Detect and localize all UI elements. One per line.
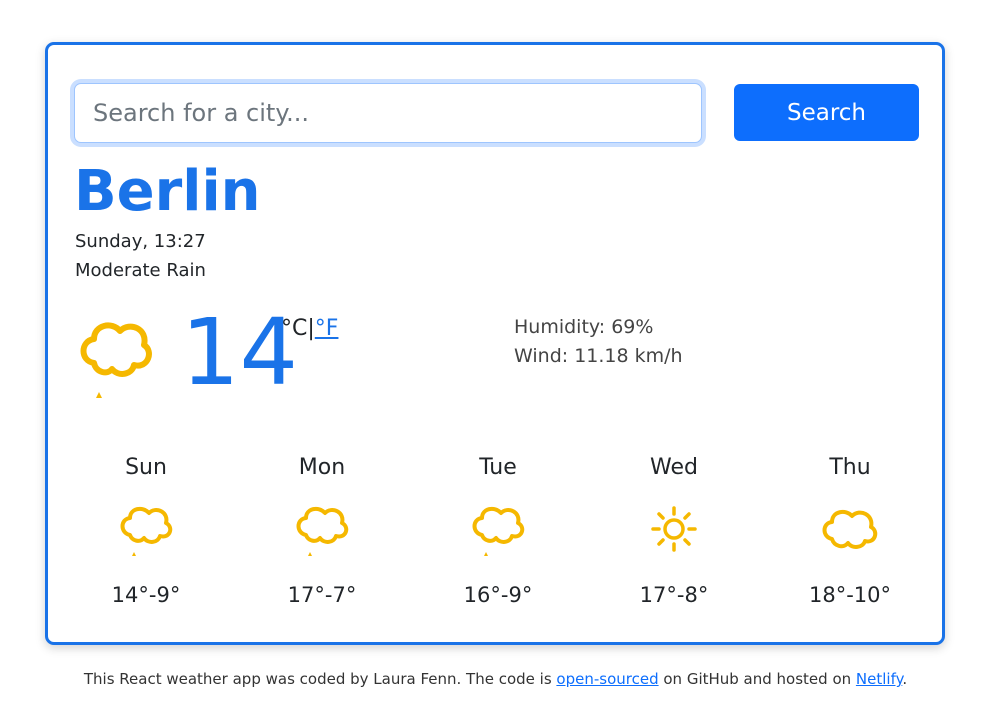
forecast-day-name: Wed — [650, 455, 698, 480]
cloud-rain-icon — [80, 322, 152, 398]
forecast-temps: 17°-8° — [639, 583, 709, 607]
footer-text: on GitHub and hosted on — [658, 670, 856, 688]
forecast-day-name: Sun — [125, 455, 167, 480]
forecast-day: Tue 16°-9° — [410, 453, 586, 607]
forecast: Sun 14°-9° Mon 17°-7° Tue 16°-9° Wed 17°… — [58, 453, 938, 623]
footer: This React weather app was coded by Laur… — [0, 670, 991, 688]
search-form: Search — [74, 83, 920, 143]
search-input[interactable] — [74, 83, 702, 143]
forecast-day: Wed 17°-8° — [586, 453, 762, 607]
forecast-temps: 14°-9° — [111, 583, 181, 607]
forecast-day: Mon 17°-7° — [234, 453, 410, 607]
unit-toggle: °C | °F — [281, 316, 338, 341]
fahrenheit-link[interactable]: °F — [315, 316, 339, 341]
forecast-temps: 17°-7° — [287, 583, 357, 607]
search-button[interactable]: Search — [734, 84, 919, 141]
forecast-day: Thu 18°-10° — [762, 453, 938, 607]
forecast-temps: 18°-10° — [808, 583, 892, 607]
cloud-rain-icon — [120, 506, 173, 556]
cloud-rain-icon — [296, 506, 349, 556]
weather-details: Humidity: 69% Wind: 11.18 km/h — [514, 313, 683, 371]
date-time: Sunday, 13:27 — [75, 231, 206, 252]
celsius-label: °C — [281, 316, 308, 341]
footer-text: This React weather app was coded by Laur… — [83, 670, 557, 688]
forecast-day-name: Mon — [298, 455, 346, 480]
netlify-link[interactable]: Netlify — [856, 670, 902, 688]
city-name: Berlin — [74, 159, 261, 224]
open-sourced-link[interactable]: open-sourced — [556, 670, 658, 688]
forecast-day: Sun 14°-9° — [58, 453, 234, 607]
humidity: Humidity: 69% — [514, 316, 654, 338]
sun-icon — [651, 506, 697, 552]
forecast-temps: 16°-9° — [463, 583, 533, 607]
weather-description: Moderate Rain — [75, 260, 206, 281]
footer-text: . — [902, 670, 908, 688]
cloud-rain-icon — [472, 506, 525, 556]
forecast-day-name: Thu — [829, 455, 871, 480]
weather-card: Search Berlin Sunday, 13:27 Moderate Rai… — [45, 42, 945, 645]
unit-separator: | — [307, 316, 315, 341]
forecast-day-name: Tue — [479, 455, 517, 480]
wind: Wind: 11.18 km/h — [514, 345, 683, 367]
cloud-icon — [822, 509, 878, 549]
